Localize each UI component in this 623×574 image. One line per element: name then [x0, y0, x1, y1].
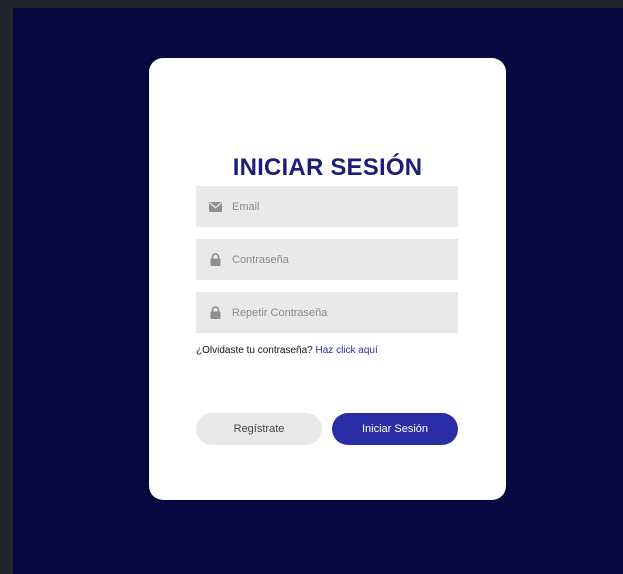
password-field[interactable] — [196, 239, 458, 280]
login-card: INICIAR SESIÓN ¿Olvidaste t — [149, 58, 506, 500]
envelope-icon — [208, 200, 222, 214]
forgot-password-row: ¿Olvidaste tu contraseña? Haz click aquí — [196, 345, 378, 357]
repeat-password-field[interactable] — [196, 292, 458, 333]
email-input[interactable] — [232, 200, 452, 213]
lock-icon — [208, 306, 222, 320]
password-input[interactable] — [232, 253, 452, 266]
register-button[interactable]: Regístrate — [196, 413, 322, 445]
email-field[interactable] — [196, 186, 458, 227]
page-title: INICIAR SESIÓN — [232, 154, 423, 181]
forgot-password-text: ¿Olvidaste tu contraseña? — [196, 345, 313, 356]
repeat-password-input[interactable] — [232, 306, 452, 319]
lock-icon — [208, 253, 222, 267]
forgot-password-link[interactable]: Haz click aquí — [316, 345, 378, 356]
login-button[interactable]: Iniciar Sesión — [332, 413, 458, 445]
